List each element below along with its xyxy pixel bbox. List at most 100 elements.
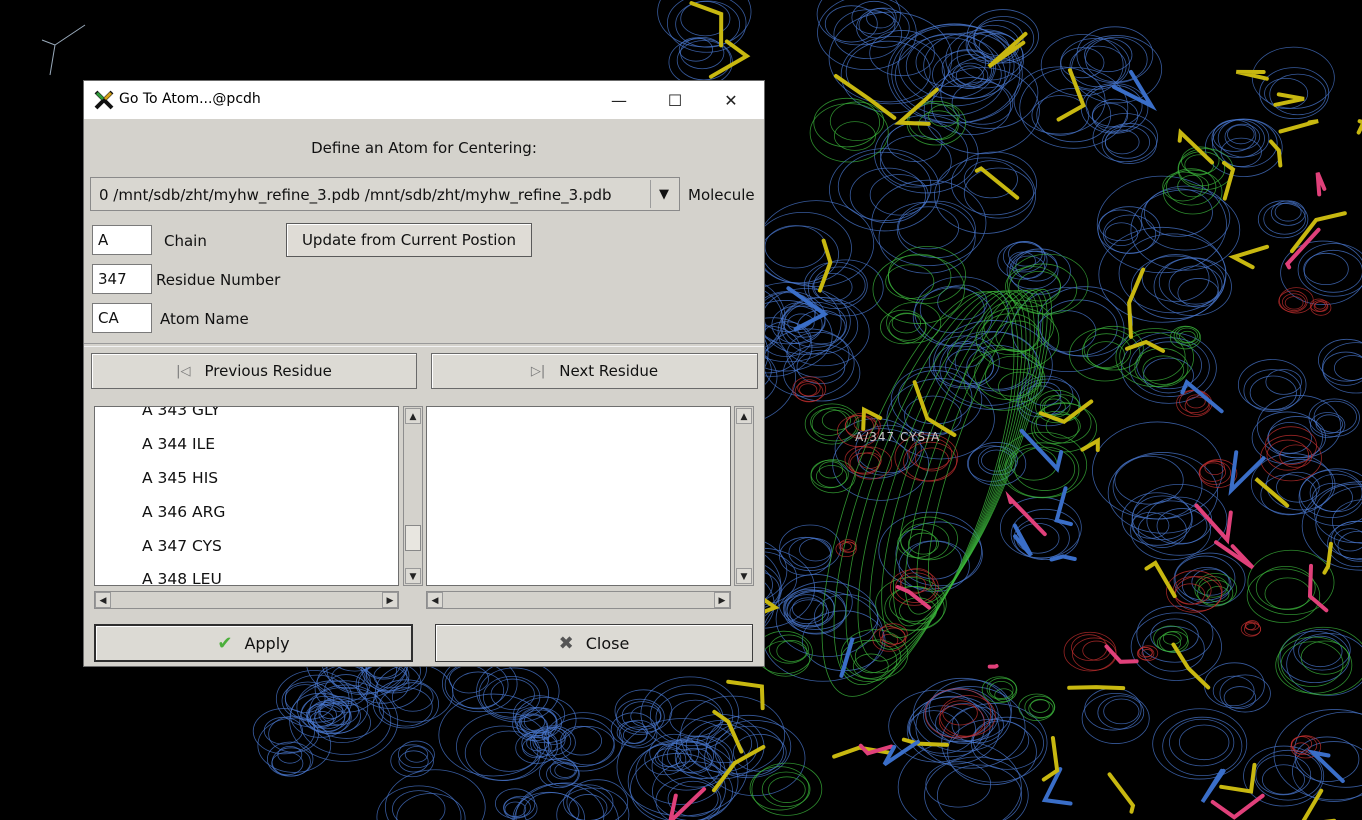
density-contour: [963, 167, 1034, 219]
bond: [1306, 749, 1345, 784]
density-contour: [1255, 754, 1312, 796]
density-contour: [1084, 687, 1142, 731]
density-contour: [786, 589, 847, 635]
density-contour: [1028, 699, 1054, 718]
bond: [1222, 160, 1236, 201]
chevron-down-icon[interactable]: ▼: [650, 180, 677, 208]
checkmark-icon: ✔: [217, 632, 233, 654]
list-item[interactable]: A 348 LEU: [142, 570, 222, 585]
density-contour: [444, 661, 509, 709]
previous-residue-button[interactable]: |◁ Previous Residue: [91, 353, 417, 389]
density-contour: [878, 201, 976, 274]
next-residue-button[interactable]: ▷| Next Residue: [431, 353, 758, 389]
apply-label: Apply: [244, 633, 290, 653]
scroll-right-icon[interactable]: ▶: [714, 592, 730, 608]
list-item[interactable]: A 343 GLY: [142, 407, 220, 419]
density-contour: [1081, 333, 1131, 369]
density-contour: [788, 537, 832, 569]
density-contour: [398, 750, 429, 773]
density-contour: [669, 699, 722, 737]
list-item[interactable]: A 345 HIS: [142, 469, 218, 487]
density-contour: [1112, 454, 1203, 520]
density-contour: [560, 725, 615, 766]
bond: [1273, 92, 1305, 107]
chain-input[interactable]: A: [92, 225, 152, 255]
density-contour: [1263, 203, 1306, 235]
skip-next-icon: ▷|: [530, 363, 546, 379]
scroll-down-icon[interactable]: ▼: [405, 568, 421, 584]
density-contour: [1097, 206, 1161, 254]
density-contour: [898, 206, 960, 250]
density-contour: [1036, 87, 1112, 143]
scroll-left-icon[interactable]: ◀: [427, 592, 443, 608]
density-contour: [811, 407, 858, 442]
density-contour: [769, 634, 809, 664]
density-contour: [1315, 414, 1343, 434]
density-contour: [1313, 301, 1329, 312]
update-from-current-position-button[interactable]: Update from Current Postion: [286, 223, 532, 257]
density-contour: [1081, 692, 1150, 744]
density-contour: [456, 712, 550, 781]
density-contour: [857, 439, 909, 476]
density-contour: [849, 452, 880, 475]
bond: [1214, 540, 1255, 570]
scroll-up-icon[interactable]: ▲: [736, 408, 752, 424]
window-close-button[interactable]: ✕: [708, 81, 754, 119]
divider: [84, 343, 764, 347]
scroll-thumb[interactable]: [405, 525, 421, 551]
close-x-icon: ✖: [558, 632, 574, 654]
atom-list-scrollbar[interactable]: ▲ ▼: [734, 406, 754, 586]
title-bar[interactable]: Go To Atom...@pcdh — ☐ ✕: [84, 81, 764, 119]
density-contour: [1104, 222, 1139, 247]
bond: [1254, 477, 1290, 508]
density-contour: [1315, 485, 1362, 561]
molecule-select[interactable]: 0 /mnt/sdb/zht/myhw_refine_3.pdb /mnt/sd…: [90, 177, 680, 211]
bond: [1315, 171, 1327, 197]
density-contour: [1292, 741, 1362, 802]
density-contour: [1104, 129, 1140, 155]
scroll-right-icon[interactable]: ▶: [382, 592, 398, 608]
density-contour: [971, 716, 1044, 770]
atom-list[interactable]: [426, 406, 731, 586]
list-item[interactable]: A 344 ILE: [142, 435, 215, 453]
bond: [901, 737, 950, 747]
density-contour: [1212, 675, 1255, 707]
maximize-button[interactable]: ☐: [652, 81, 698, 119]
molecule-label: Molecule: [688, 186, 755, 204]
close-button[interactable]: ✖ Close: [435, 624, 753, 662]
density-contour: [616, 698, 665, 735]
density-contour: [851, 0, 897, 35]
density-contour: [887, 253, 952, 300]
density-contour: [1103, 698, 1140, 725]
residue-number-input[interactable]: 347: [92, 264, 152, 294]
scroll-up-icon[interactable]: ▲: [405, 408, 421, 424]
residue-list-hscrollbar[interactable]: ◀ ▶: [94, 591, 399, 609]
bond: [1107, 772, 1136, 814]
atom-list-hscrollbar[interactable]: ◀ ▶: [426, 591, 731, 609]
scroll-down-icon[interactable]: ▼: [736, 568, 752, 584]
residue-list[interactable]: A 343 GLY A 344 ILE A 345 HIS A 346 ARG …: [94, 406, 399, 586]
density-contour: [391, 682, 434, 712]
scroll-left-icon[interactable]: ◀: [95, 592, 111, 608]
density-contour: [319, 696, 360, 726]
density-contour: [799, 538, 833, 562]
density-contour: [1129, 337, 1210, 397]
density-contour: [396, 793, 466, 820]
residue-list-scrollbar[interactable]: ▲ ▼: [403, 406, 423, 586]
density-contour: [1227, 124, 1255, 145]
minimize-button[interactable]: —: [596, 81, 642, 119]
bond: [1228, 450, 1266, 496]
density-contour: [1153, 257, 1232, 317]
atom-name-label: Atom Name: [160, 310, 249, 328]
list-item[interactable]: A 347 CYS: [142, 537, 222, 555]
list-item[interactable]: A 346 ARG: [142, 503, 225, 521]
apply-button[interactable]: ✔ Apply: [94, 624, 413, 662]
atom-name-input[interactable]: CA: [92, 303, 152, 333]
density-contour: [897, 740, 1022, 820]
previous-residue-label: Previous Residue: [204, 362, 332, 380]
density-contour: [885, 264, 935, 299]
density-contour: [1159, 630, 1189, 653]
density-contour: [1142, 626, 1205, 672]
density-contour: [1179, 724, 1230, 761]
density-contour: [1253, 749, 1323, 801]
